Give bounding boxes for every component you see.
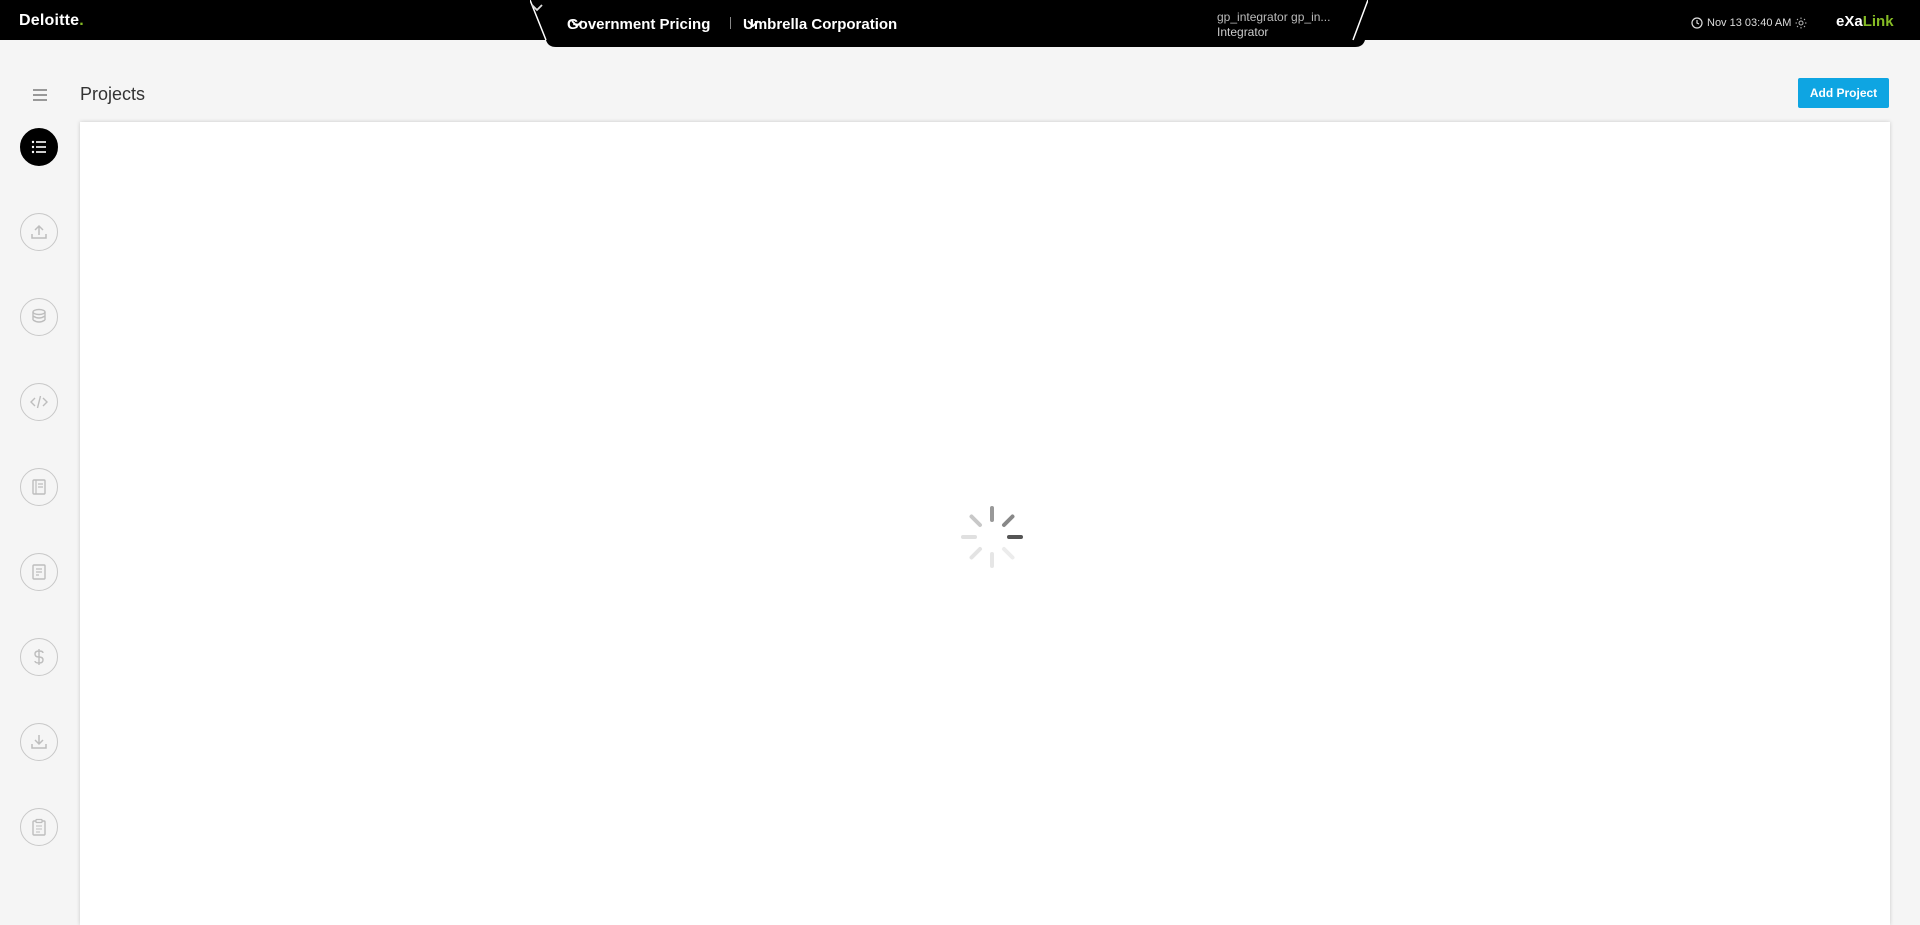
book-icon [32,479,46,495]
user-menu[interactable]: gp_integrator gp_in... Integrator [1217,10,1330,40]
sidebar-pricing-button[interactable] [20,638,58,676]
clock-icon [1691,17,1703,29]
upload-icon [31,224,47,239]
dollar-icon [34,649,44,665]
projects-content-panel [80,122,1890,925]
sidebar-download-button[interactable] [20,723,58,761]
chevron-down-icon[interactable] [530,0,544,14]
sidebar-reports-button[interactable] [20,808,58,846]
clipboard-icon [32,818,46,836]
company-selector[interactable]: Umbrella Corporation [743,16,897,33]
module-selector-label: Government Pricing [567,16,711,33]
sidebar-book-button[interactable] [20,468,58,506]
chevron-down-icon [747,20,759,28]
list-icon [31,140,46,154]
document-icon [32,564,46,580]
sidebar-projects-button[interactable] [20,128,58,166]
database-icon [32,308,46,323]
user-name: gp_integrator gp_in... [1217,10,1331,24]
user-role: Integrator [1217,25,1269,39]
module-selector[interactable]: Government Pricing [567,16,710,33]
company-selector-label: Umbrella Corporation [743,16,898,33]
download-icon [31,735,47,749]
context-selector-tab: Government Pricing Umbrella Corporation … [530,0,1368,48]
hamburger-menu-icon[interactable] [33,89,47,104]
deloitte-logo: Deloitte. [19,12,84,29]
code-icon [30,395,48,409]
sidebar-upload-button[interactable] [20,213,58,251]
sidebar-data-button[interactable] [20,298,58,336]
loading-spinner-icon [961,506,1023,568]
divider [730,17,731,29]
datetime-display: Nov 13 03:40 AM [1691,17,1811,29]
sidebar-code-button[interactable] [20,383,58,421]
add-project-button[interactable]: Add Project [1798,78,1889,108]
page-title: Projects [80,84,146,104]
exalink-logo: eXaLink [1836,13,1894,30]
sidebar-document-button[interactable] [20,553,58,591]
sun-icon [1795,17,1807,29]
datetime-text: Nov 13 03:40 AM [1707,17,1792,29]
chevron-down-icon [571,20,583,28]
top-bar: Deloitte. Government Pricing Umbrella Co… [0,0,1920,47]
